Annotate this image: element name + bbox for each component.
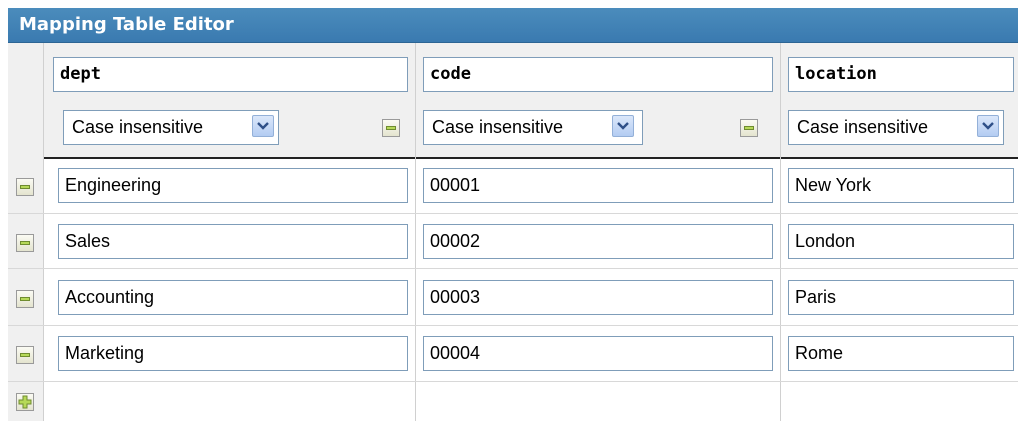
add-row-button[interactable]	[16, 393, 34, 411]
editor-title: Mapping Table Editor	[19, 14, 234, 35]
mapping-table: dept Case insensitive code Case insensit…	[8, 43, 1018, 421]
table-cell-location[interactable]: London	[788, 224, 1014, 259]
table-cell-dept[interactable]: Sales	[58, 224, 408, 259]
table-cell-location[interactable]: New York	[788, 168, 1014, 203]
column-match-select-location[interactable]: Case insensitive	[788, 110, 1004, 145]
minus-icon	[744, 126, 754, 130]
column-match-select-code[interactable]: Case insensitive	[423, 110, 643, 145]
table-cell-code[interactable]: 00004	[423, 336, 773, 371]
table-cell-code[interactable]: 00001	[423, 168, 773, 203]
remove-column-button-dept[interactable]	[382, 119, 400, 137]
table-cell-code[interactable]: 00003	[423, 280, 773, 315]
column-match-select-dept[interactable]: Case insensitive	[63, 110, 279, 145]
minus-icon	[20, 297, 30, 301]
editor-title-bar: Mapping Table Editor	[8, 8, 1018, 43]
row-divider	[8, 213, 1018, 214]
column-divider	[780, 43, 781, 421]
table-cell-code[interactable]: 00002	[423, 224, 773, 259]
remove-row-button[interactable]	[16, 234, 34, 252]
chevron-down-icon[interactable]	[612, 115, 634, 137]
column-match-value: Case insensitive	[72, 117, 204, 137]
remove-row-button[interactable]	[16, 346, 34, 364]
table-cell-location[interactable]: Paris	[788, 280, 1014, 315]
column-divider	[43, 43, 44, 421]
minus-icon	[20, 241, 30, 245]
chevron-down-icon[interactable]	[977, 115, 999, 137]
column-match-value: Case insensitive	[797, 117, 929, 137]
chevron-down-icon[interactable]	[252, 115, 274, 137]
minus-icon	[20, 185, 30, 189]
table-cell-dept[interactable]: Engineering	[58, 168, 408, 203]
row-controls-gutter	[8, 43, 43, 421]
row-divider	[8, 381, 1018, 382]
minus-icon	[386, 126, 396, 130]
row-divider	[8, 268, 1018, 269]
row-divider	[8, 325, 1018, 326]
column-match-value: Case insensitive	[432, 117, 564, 137]
plus-icon	[18, 395, 32, 409]
table-cell-dept[interactable]: Accounting	[58, 280, 408, 315]
table-cell-location[interactable]: Rome	[788, 336, 1014, 371]
column-name-field-dept[interactable]: dept	[53, 57, 408, 92]
remove-row-button[interactable]	[16, 178, 34, 196]
column-name-field-code[interactable]: code	[423, 57, 773, 92]
remove-column-button-code[interactable]	[740, 119, 758, 137]
remove-row-button[interactable]	[16, 290, 34, 308]
column-divider	[415, 43, 416, 421]
column-name-field-location[interactable]: location	[788, 57, 1014, 92]
minus-icon	[20, 353, 30, 357]
table-cell-dept[interactable]: Marketing	[58, 336, 408, 371]
